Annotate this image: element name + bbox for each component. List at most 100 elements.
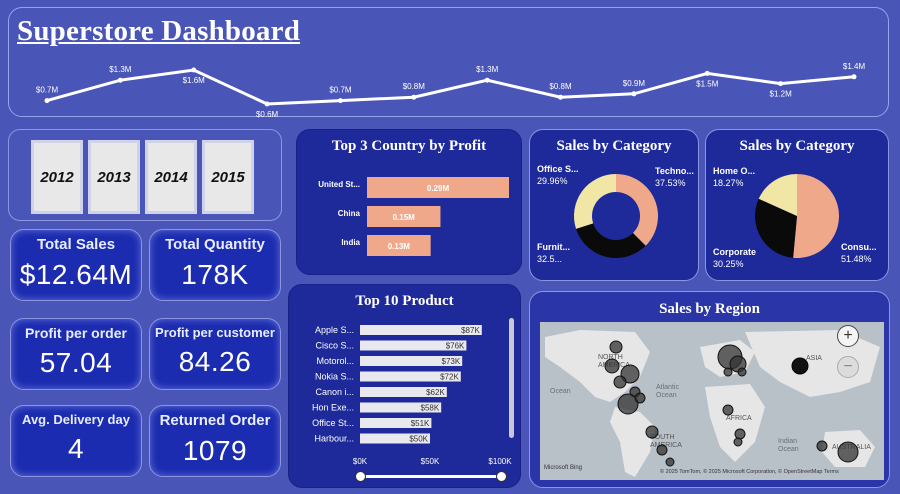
trend-point: [704, 70, 710, 76]
trend-point: [778, 81, 784, 87]
top3-bar-chart: United St... 0.29M China 0.15M India 0.13M: [318, 177, 509, 256]
trend-point: [117, 77, 123, 83]
kpi-value: 4: [67, 433, 85, 464]
map-bubble: [645, 425, 659, 439]
trend-data-label: $0.7M: [329, 86, 352, 95]
product-value-label: $62K: [426, 388, 445, 397]
trend-point: [44, 98, 50, 104]
year-2013-button[interactable]: 2013: [88, 140, 140, 214]
x-axis-tick-label: $50K: [421, 457, 440, 466]
kpi-avg-delivery: Avg. Delivery day 4: [10, 405, 142, 477]
x-axis-tick-label: $0K: [353, 457, 368, 466]
map-bubble: [665, 457, 675, 467]
year-2012-button[interactable]: 2012: [31, 140, 83, 214]
product-value-label: $87K: [461, 326, 480, 335]
panel-title: Sales by Region: [659, 301, 760, 317]
trend-point: [264, 101, 270, 107]
trend-point: [337, 98, 343, 104]
pie-slice: [616, 174, 658, 246]
year-2015-button[interactable]: 2015: [202, 140, 254, 214]
slice-percent-label: 32.5...: [537, 254, 562, 264]
slice-name-label: Consu...: [841, 242, 877, 252]
product-label: Nokia S...: [315, 372, 354, 382]
bing-logo: Microsoft Bing: [544, 465, 583, 471]
zoom-out-button[interactable]: −: [837, 356, 859, 378]
slice-name-label: Furnit...: [537, 242, 570, 252]
country-value-label: 0.15M: [393, 213, 416, 222]
slice-percent-label: 51.48%: [841, 254, 872, 264]
category-donut-panel: Sales by Category Techno... 37.53% Furnit.…: [529, 129, 699, 281]
trend-point: [558, 94, 564, 100]
category-donut-chart: Techno... 37.53% Furnit... 32.5... Office S.…: [537, 164, 694, 264]
product-value-label: $51K: [411, 419, 430, 428]
year-slicer: 2012 2013 2014 2015: [8, 129, 282, 221]
kpi-label: Returned Order: [159, 412, 271, 429]
kpi-label: Profit per order: [25, 325, 127, 341]
sales-trend-chart: $0.7M $1.3M $1.6M $0.6M $0.7M $0.8M $1.3M $0.8M…: [36, 62, 866, 118]
product-label: Canon i...: [315, 387, 354, 397]
product-label: Hon Exe...: [312, 403, 354, 413]
kpi-total-quantity: Total Quantity 178K: [149, 229, 281, 301]
product-label: Office St...: [312, 418, 354, 428]
product-value-label: $50K: [409, 435, 428, 444]
map-bubble: [737, 367, 747, 377]
slice-name-label: Techno...: [655, 166, 694, 176]
map-bubbles: [604, 340, 859, 467]
trend-point: [191, 67, 197, 73]
kpi-value: 84.26: [178, 346, 252, 377]
country-label: China: [338, 209, 361, 218]
trend-data-label: $0.8M: [403, 82, 426, 91]
pie-slice: [793, 174, 840, 258]
world-map[interactable]: NORTH AMERICA SOUTH AMERICA AFRICA ASIA …: [540, 322, 884, 480]
country-value-label: 0.29M: [427, 184, 450, 193]
trend-point: [484, 77, 490, 83]
trend-point: [631, 91, 637, 97]
product-value-label: $76K: [446, 342, 465, 351]
trend-point: [411, 94, 417, 100]
slice-percent-label: 30.25%: [713, 259, 744, 269]
trend-line: [46, 68, 855, 106]
map-bubble: [604, 358, 620, 374]
range-slider-right-handle[interactable]: [496, 471, 507, 482]
map-bubble: [613, 375, 627, 389]
slice-percent-label: 18.27%: [713, 178, 744, 188]
product-label: Cisco S...: [315, 341, 354, 351]
year-2014-button[interactable]: 2014: [145, 140, 197, 214]
trend-data-label: $1.6M: [183, 76, 206, 85]
map-bubble: [656, 444, 668, 456]
map-bubble: [733, 437, 743, 447]
map-bubble: [791, 357, 809, 375]
kpi-profit-per-customer: Profit per customer 84.26: [149, 318, 281, 390]
pie-slice: [574, 174, 616, 229]
trend-data-label: $1.4M: [843, 62, 866, 71]
pie-slice: [576, 223, 646, 258]
kpi-label: Total Quantity: [165, 236, 265, 253]
x-axis-tick-label: $100K: [488, 457, 512, 466]
slice-percent-label: 29.96%: [537, 176, 568, 186]
segment-pie-panel: Sales by Category Consu... 51.48% Corporat…: [705, 129, 889, 281]
product-value-label: $73K: [442, 357, 461, 366]
trend-data-label: $1.2M: [770, 90, 793, 99]
map-bubble: [734, 428, 746, 440]
trend-data-label: $0.6M: [256, 110, 279, 118]
country-value-label: 0.13M: [388, 242, 411, 251]
map-bubble: [722, 404, 734, 416]
kpi-label: Total Sales: [36, 236, 116, 253]
segment-pie-chart: Consu... 51.48% Corporate 30.25% Home O... 18…: [713, 166, 877, 269]
trend-point: [851, 74, 857, 80]
trend-data-label: $0.9M: [623, 79, 646, 88]
trend-panel: Superstore Dashboard $0.7M $1.3M $1.6M $0.6…: [8, 7, 889, 118]
product-label: Apple S...: [315, 325, 354, 335]
product-value-label: $58K: [421, 404, 440, 413]
region-map-panel: Sales by Region NORTH AMERICA SOUTH AMER…: [529, 291, 890, 488]
top10-bar-chart: Apple S... $87K Cisco S... $76K Motorol... $7…: [312, 325, 512, 466]
range-slider-left-handle[interactable]: [355, 471, 366, 482]
map-copyright: © 2025 TomTom, © 2025 Microsoft Corporat…: [660, 469, 839, 475]
kpi-profit-per-order: Profit per order 57.04: [10, 318, 142, 390]
vertical-scrollbar[interactable]: [509, 318, 514, 438]
product-label: Motorol...: [316, 356, 354, 366]
country-label: United St...: [318, 180, 360, 189]
zoom-in-button[interactable]: +: [837, 325, 859, 347]
kpi-value: 57.04: [39, 347, 113, 378]
map-bubble: [837, 441, 859, 463]
